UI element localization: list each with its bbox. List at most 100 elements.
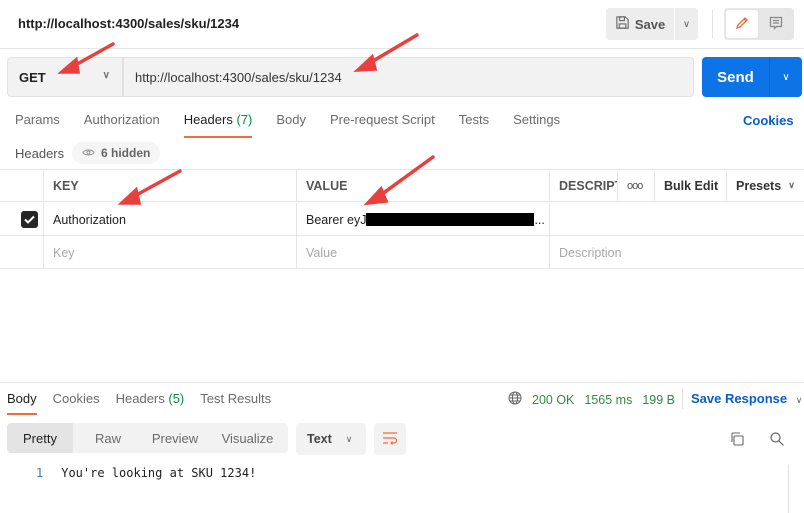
chevron-down-icon: ∨ — [782, 71, 790, 83]
copy-icon — [729, 432, 745, 450]
divider — [0, 48, 804, 49]
view-mode-pretty[interactable]: Pretty — [7, 423, 73, 453]
tab-label: Headers — [183, 112, 233, 127]
request-tabs: Params Authorization Headers (7) Body Pr… — [15, 112, 584, 138]
save-response-label: Save Response — [691, 391, 788, 406]
tab-label: Params — [15, 112, 60, 127]
tab-count: (7) — [236, 112, 253, 127]
response-body-text: You're looking at SKU 1234! — [61, 466, 257, 480]
chevron-down-icon: ∨ — [102, 70, 110, 81]
new-key-input[interactable]: Key — [43, 236, 297, 269]
row-enabled-checkbox[interactable] — [21, 211, 38, 228]
truncation-ellipsis: ... — [534, 212, 545, 227]
send-dropdown-button[interactable]: ∨ — [770, 57, 802, 97]
hidden-count: 6 hidden — [101, 146, 151, 160]
new-description-input[interactable]: Description — [549, 236, 804, 269]
column-value: VALUE — [296, 169, 550, 202]
column-key: KEY — [43, 169, 297, 202]
comments-button[interactable] — [760, 10, 792, 38]
table-row-empty: Key Value Description — [0, 236, 804, 269]
method-select[interactable]: GET ∨ — [7, 57, 123, 97]
header-key-input[interactable]: Authorization — [43, 203, 297, 236]
send-button[interactable]: Send — [702, 57, 770, 97]
response-time[interactable]: 1565 ms — [584, 393, 632, 407]
tab-label: Test Results — [200, 391, 272, 406]
request-title: http://localhost:4300/sales/sku/1234 — [18, 16, 240, 31]
ellipsis-icon: ooo — [627, 179, 643, 192]
send-button-group: Send ∨ — [702, 57, 802, 97]
tab-label: Cookies — [52, 391, 100, 406]
tab-label: Authorization — [83, 112, 160, 127]
response-tabs: Body Cookies Headers (5) Test Results — [7, 391, 287, 415]
tab-settings[interactable]: Settings — [513, 112, 560, 138]
save-label: Save — [634, 16, 666, 32]
header-description-input[interactable] — [549, 203, 804, 236]
status-code[interactable]: 200 OK — [532, 393, 574, 407]
tab-label: Headers — [115, 391, 165, 406]
more-options-button[interactable]: ooo — [617, 169, 654, 202]
table-header-row: KEY VALUE DESCRIPT ooo Bulk Edit Presets… — [0, 169, 804, 202]
comment-icon — [768, 15, 784, 34]
tab-label: Body — [7, 391, 37, 406]
tab-params[interactable]: Params — [15, 112, 60, 138]
response-tab-cookies[interactable]: Cookies — [53, 391, 100, 413]
response-tab-headers[interactable]: Headers (5) — [116, 391, 185, 413]
tab-tests[interactable]: Tests — [459, 112, 489, 138]
response-size[interactable]: 199 B — [642, 393, 675, 407]
presets-dropdown[interactable]: Presets ∨ — [726, 169, 804, 202]
tab-count: (5) — [168, 391, 185, 406]
divider — [682, 389, 683, 409]
line-number: 1 — [36, 466, 44, 480]
pane-divider[interactable] — [0, 382, 804, 383]
view-mode-preview[interactable]: Preview — [143, 423, 207, 453]
tab-headers[interactable]: Headers (7) — [183, 112, 253, 138]
tab-label: Tests — [458, 112, 490, 127]
redaction-bar — [366, 213, 535, 226]
cookies-link[interactable]: Cookies — [743, 113, 794, 128]
save-button[interactable]: Save — [606, 8, 674, 40]
response-tab-body[interactable]: Body — [7, 391, 37, 415]
url-input[interactable]: http://localhost:4300/sales/sku/1234 — [123, 57, 694, 97]
eye-icon — [82, 146, 95, 160]
chevron-down-icon: ∨ — [795, 395, 803, 405]
save-dropdown-button[interactable]: ∨ — [675, 8, 698, 40]
view-mode-visualize[interactable]: Visualize — [207, 423, 288, 453]
tab-pre-request-script[interactable]: Pre-request Script — [330, 112, 435, 138]
tab-label: Pre-request Script — [329, 112, 435, 127]
new-value-input[interactable]: Value — [296, 236, 550, 269]
table-row: Authorization Bearer eyJ ... — [0, 203, 804, 236]
save-response-dropdown[interactable]: Save Response ∨ — [691, 391, 802, 406]
mode-toggle — [724, 8, 794, 40]
format-select[interactable]: Text ∨ — [296, 423, 366, 455]
search-button[interactable] — [769, 431, 785, 450]
headers-section-label: Headers — [15, 146, 65, 161]
header-value-text: Bearer eyJ — [306, 212, 367, 227]
response-tab-test-results[interactable]: Test Results — [200, 391, 271, 413]
view-mode-switch: Pretty Raw Preview Visualize — [7, 423, 288, 453]
divider — [712, 10, 713, 38]
bulk-edit-button[interactable]: Bulk Edit — [654, 169, 726, 202]
response-body: 1 You're looking at SKU 1234! — [36, 466, 256, 480]
wrap-lines-button[interactable] — [374, 423, 406, 455]
tab-label: Settings — [513, 112, 561, 127]
globe-icon[interactable] — [508, 391, 522, 408]
copy-button[interactable] — [729, 431, 745, 450]
tab-authorization[interactable]: Authorization — [84, 112, 160, 138]
wrap-lines-icon — [382, 431, 398, 448]
method-label: GET — [19, 69, 46, 85]
pencil-icon — [734, 15, 750, 34]
chevron-down-icon: ∨ — [788, 180, 795, 190]
tab-body[interactable]: Body — [276, 112, 306, 138]
response-meta: 200 OK 1565 ms 199 B — [508, 391, 675, 408]
edit-mode-button[interactable] — [726, 10, 758, 38]
column-description: DESCRIPT — [549, 169, 617, 202]
format-label: Text — [307, 432, 332, 446]
chevron-down-icon: ∨ — [682, 18, 691, 30]
url-text: http://localhost:4300/sales/sku/1234 — [135, 69, 342, 85]
scrollbar-track[interactable] — [788, 465, 789, 513]
header-value-input[interactable]: Bearer eyJ ... — [296, 203, 550, 236]
presets-label: Presets — [736, 178, 782, 193]
view-mode-raw[interactable]: Raw — [73, 423, 143, 453]
floppy-disk-icon — [615, 15, 630, 33]
hidden-headers-toggle[interactable]: 6 hidden — [72, 142, 161, 164]
